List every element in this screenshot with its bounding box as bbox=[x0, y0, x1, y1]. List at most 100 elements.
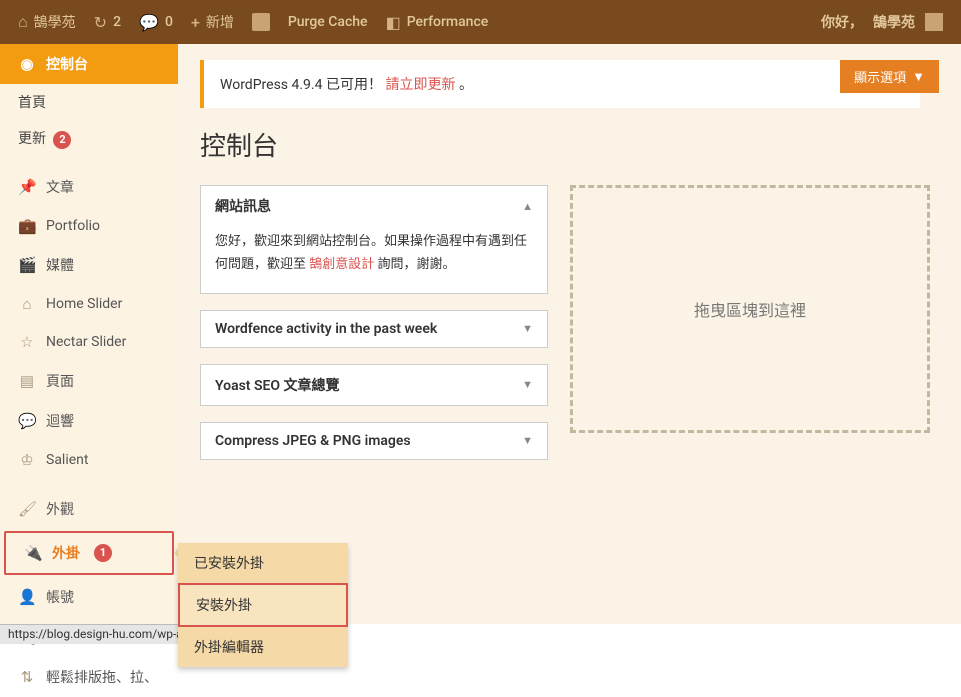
menu-appearance[interactable]: 🖌 外觀 bbox=[0, 489, 178, 529]
briefcase-icon: 💼 bbox=[18, 217, 36, 235]
menu-users-label: 帳號 bbox=[46, 587, 74, 607]
add-new-text: 新增 bbox=[206, 12, 234, 32]
widget-wordfence-title: Wordfence activity in the past week bbox=[215, 321, 437, 337]
triangle-down-icon: ▼ bbox=[522, 322, 533, 335]
menu-users[interactable]: 👤 帳號 bbox=[0, 577, 178, 617]
greeting-name: 鵠學苑 bbox=[873, 12, 915, 32]
media-icon: 🎬 bbox=[18, 256, 36, 274]
comment-count: 0 bbox=[165, 14, 173, 30]
main-content: 顯示選項 ▼ WordPress 4.9.4 已可用！ 請立即更新 。 控制台 … bbox=[178, 44, 961, 624]
reorder-icon: ⇅ bbox=[18, 668, 36, 686]
triangle-up-icon: ▲ bbox=[522, 200, 533, 213]
menu-posts[interactable]: 📌 文章 bbox=[0, 167, 178, 207]
menu-portfolio[interactable]: 💼 Portfolio bbox=[0, 207, 178, 245]
refresh-icon: ↻ bbox=[94, 13, 107, 32]
menu-reorder[interactable]: ⇅ 輕鬆排版拖、拉、 bbox=[0, 657, 178, 697]
menu-home-slider[interactable]: ⌂ Home Slider bbox=[0, 285, 178, 323]
purge-cache-link[interactable]: Purge Cache bbox=[288, 14, 368, 30]
submenu-updates[interactable]: 更新 2 bbox=[0, 120, 178, 157]
flyout-add-plugin[interactable]: 安裝外掛 bbox=[178, 583, 348, 627]
avatar bbox=[925, 13, 943, 31]
site-name-link[interactable]: ⌂ 鵠學苑 bbox=[18, 12, 76, 32]
menu-appearance-label: 外觀 bbox=[46, 499, 74, 519]
add-new-link[interactable]: + 新增 bbox=[191, 12, 234, 32]
admin-bar-right[interactable]: 你好， 鵠學苑 bbox=[821, 12, 943, 32]
home-slider-icon: ⌂ bbox=[18, 295, 36, 313]
menu-home-slider-label: Home Slider bbox=[46, 296, 122, 312]
widget-compress: Compress JPEG & PNG images ▼ bbox=[200, 422, 548, 460]
comment-menu-icon: 💬 bbox=[18, 412, 36, 430]
submenu-home[interactable]: 首頁 bbox=[0, 84, 178, 120]
flyout-plugin-editor[interactable]: 外掛編輯器 bbox=[178, 627, 348, 667]
widget-compress-header[interactable]: Compress JPEG & PNG images ▼ bbox=[201, 423, 547, 459]
menu-media-label: 媒體 bbox=[46, 255, 74, 275]
widget-compress-title: Compress JPEG & PNG images bbox=[215, 433, 411, 449]
plus-icon: + bbox=[191, 13, 200, 32]
menu-media[interactable]: 🎬 媒體 bbox=[0, 245, 178, 285]
widget-wordfence: Wordfence activity in the past week ▼ bbox=[200, 310, 548, 348]
comments-link[interactable]: 💬 0 bbox=[139, 13, 173, 32]
widget-yoast-title: Yoast SEO 文章總覽 bbox=[215, 375, 340, 395]
menu-salient[interactable]: ♔ Salient bbox=[0, 441, 178, 479]
crown-icon: ♔ bbox=[18, 451, 36, 469]
admin-bar: ⌂ 鵠學苑 ↻ 2 💬 0 + 新增 Purge Cache ◧ Perform… bbox=[0, 0, 961, 44]
menu-dashboard-label: 控制台 bbox=[46, 54, 88, 74]
notice-text-before: WordPress 4.9.4 已可用！ bbox=[220, 77, 382, 93]
page-title: 控制台 bbox=[200, 126, 939, 163]
star-icon: ☆ bbox=[18, 333, 36, 351]
refresh-count: 2 bbox=[113, 14, 121, 30]
pin-icon: 📌 bbox=[18, 178, 36, 196]
screen-options-button[interactable]: 顯示選項 ▼ bbox=[840, 60, 939, 93]
widget-wordfence-header[interactable]: Wordfence activity in the past week ▼ bbox=[201, 311, 547, 347]
site-info-text-after: 詢問，謝謝。 bbox=[377, 257, 455, 272]
update-now-link[interactable]: 請立即更新 bbox=[385, 77, 455, 93]
yoast-icon bbox=[252, 13, 270, 31]
menu-pages[interactable]: ▤ 頁面 bbox=[0, 361, 178, 401]
home-icon: ⌂ bbox=[18, 12, 28, 32]
screen-options-label: 顯示選項 bbox=[854, 67, 906, 86]
menu-dashboard[interactable]: ◉ 控制台 bbox=[0, 44, 178, 84]
menu-plugins-label: 外掛 bbox=[52, 543, 80, 563]
notice-text-after: 。 bbox=[459, 77, 473, 93]
cube-icon: ◧ bbox=[386, 13, 401, 32]
comment-icon: 💬 bbox=[139, 13, 159, 32]
menu-nectar-slider[interactable]: ☆ Nectar Slider bbox=[0, 323, 178, 361]
greeting-prefix: 你好， bbox=[821, 12, 863, 32]
widget-site-info-title: 網站訊息 bbox=[215, 196, 271, 216]
drop-zone[interactable]: 拖曳區塊到這裡 bbox=[570, 185, 930, 433]
plug-icon: 🔌 bbox=[24, 544, 42, 562]
update-notice: WordPress 4.9.4 已可用！ 請立即更新 。 bbox=[200, 60, 920, 108]
updates-count-badge: 2 bbox=[53, 131, 71, 149]
menu-plugins[interactable]: 🔌 外掛 1 bbox=[6, 533, 172, 573]
admin-bar-left: ⌂ 鵠學苑 ↻ 2 💬 0 + 新增 Purge Cache ◧ Perform… bbox=[18, 12, 488, 32]
purge-cache-text: Purge Cache bbox=[288, 14, 368, 30]
yoast-link[interactable] bbox=[252, 13, 270, 31]
widget-site-info-body: 您好，歡迎來到網站控制台。如果操作過程中有遇到任何問題，歡迎至 鵠創意設計 詢問… bbox=[201, 226, 547, 293]
triangle-down-icon: ▼ bbox=[522, 434, 533, 447]
menu-reorder-label: 輕鬆排版拖、拉、 bbox=[46, 667, 158, 687]
menu-nectar-slider-label: Nectar Slider bbox=[46, 334, 126, 350]
menu-posts-label: 文章 bbox=[46, 177, 74, 197]
menu-comments[interactable]: 💬 迴響 bbox=[0, 401, 178, 441]
widget-site-info: 網站訊息 ▲ 您好，歡迎來到網站控制台。如果操作過程中有遇到任何問題，歡迎至 鵠… bbox=[200, 185, 548, 294]
dashboard-column-left: 網站訊息 ▲ 您好，歡迎來到網站控制台。如果操作過程中有遇到任何問題，歡迎至 鵠… bbox=[200, 185, 548, 476]
site-info-link[interactable]: 鵠創意設計 bbox=[309, 257, 374, 272]
triangle-down-icon: ▼ bbox=[522, 378, 533, 391]
flyout-installed-plugins[interactable]: 已安裝外掛 bbox=[178, 543, 348, 583]
dashboard-icon: ◉ bbox=[18, 55, 36, 73]
widget-yoast: Yoast SEO 文章總覽 ▼ bbox=[200, 364, 548, 406]
user-icon: 👤 bbox=[18, 588, 36, 606]
widget-yoast-header[interactable]: Yoast SEO 文章總覽 ▼ bbox=[201, 365, 547, 405]
widget-site-info-header[interactable]: 網站訊息 ▲ bbox=[201, 186, 547, 226]
menu-portfolio-label: Portfolio bbox=[46, 218, 100, 234]
brush-icon: 🖌 bbox=[18, 500, 36, 518]
refresh-link[interactable]: ↻ 2 bbox=[94, 13, 121, 32]
menu-pages-label: 頁面 bbox=[46, 371, 74, 391]
menu-comments-label: 迴響 bbox=[46, 411, 74, 431]
drop-zone-label: 拖曳區塊到這裡 bbox=[694, 297, 806, 321]
plugins-count-badge: 1 bbox=[94, 544, 112, 562]
plugins-flyout: 已安裝外掛 安裝外掛 外掛編輯器 bbox=[178, 543, 348, 667]
menu-salient-label: Salient bbox=[46, 452, 88, 468]
performance-link[interactable]: ◧ Performance bbox=[386, 13, 489, 32]
admin-sidebar: ◉ 控制台 首頁 更新 2 📌 文章 💼 Portfolio 🎬 媒體 ⌂ Ho… bbox=[0, 44, 178, 624]
